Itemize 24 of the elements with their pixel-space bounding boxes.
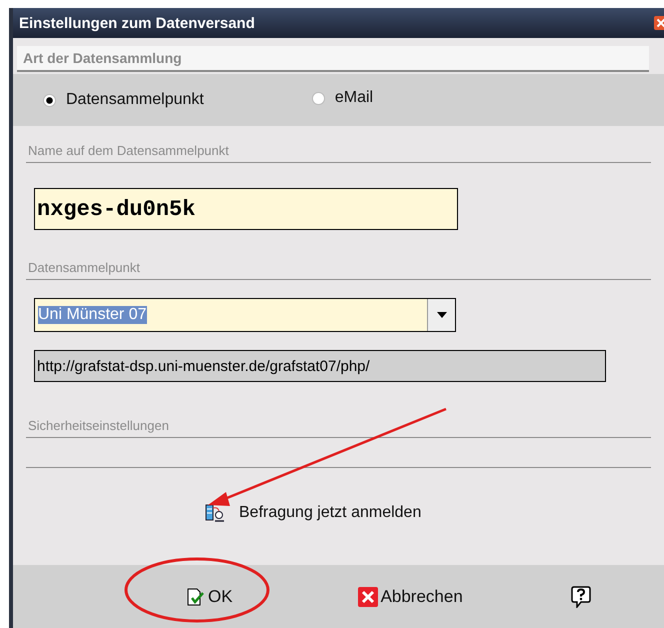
window-title: Einstellungen zum Datenversand — [19, 14, 256, 32]
radio-button[interactable] — [43, 94, 56, 106]
group-label: Name auf dem Datensammelpunkt — [26, 143, 651, 163]
radio-button[interactable] — [312, 92, 325, 104]
server-icon — [205, 504, 225, 522]
radio-option[interactable]: Datensammelpunkt — [43, 91, 204, 109]
ok-button[interactable]: OK — [185, 586, 233, 606]
help-icon — [570, 586, 591, 608]
close-icon — [358, 586, 378, 606]
radio-option[interactable]: eMail — [312, 89, 374, 107]
close-button[interactable] — [654, 16, 664, 30]
register-link[interactable]: Befragung jetzt anmelden — [205, 504, 422, 522]
group-label: Sicherheitseinstellungen — [26, 418, 651, 438]
dropdown-button[interactable] — [427, 299, 455, 331]
caret-icon — [436, 312, 446, 318]
document-check-icon — [185, 586, 205, 606]
selected-text: Uni Münster 07 — [38, 306, 146, 324]
close-icon — [654, 16, 664, 30]
url-field: http://grafstat-dsp.uni-muenster.de/grafstat07/php/ — [34, 350, 606, 382]
help-button[interactable] — [570, 586, 591, 608]
section-header: Art der Datensammlung — [17, 46, 649, 72]
cancel-button[interactable]: Abbrechen — [358, 586, 463, 606]
group-label: Datensammelpunkt — [26, 260, 651, 280]
name-field[interactable]: nxges-du0n5k — [34, 188, 458, 230]
